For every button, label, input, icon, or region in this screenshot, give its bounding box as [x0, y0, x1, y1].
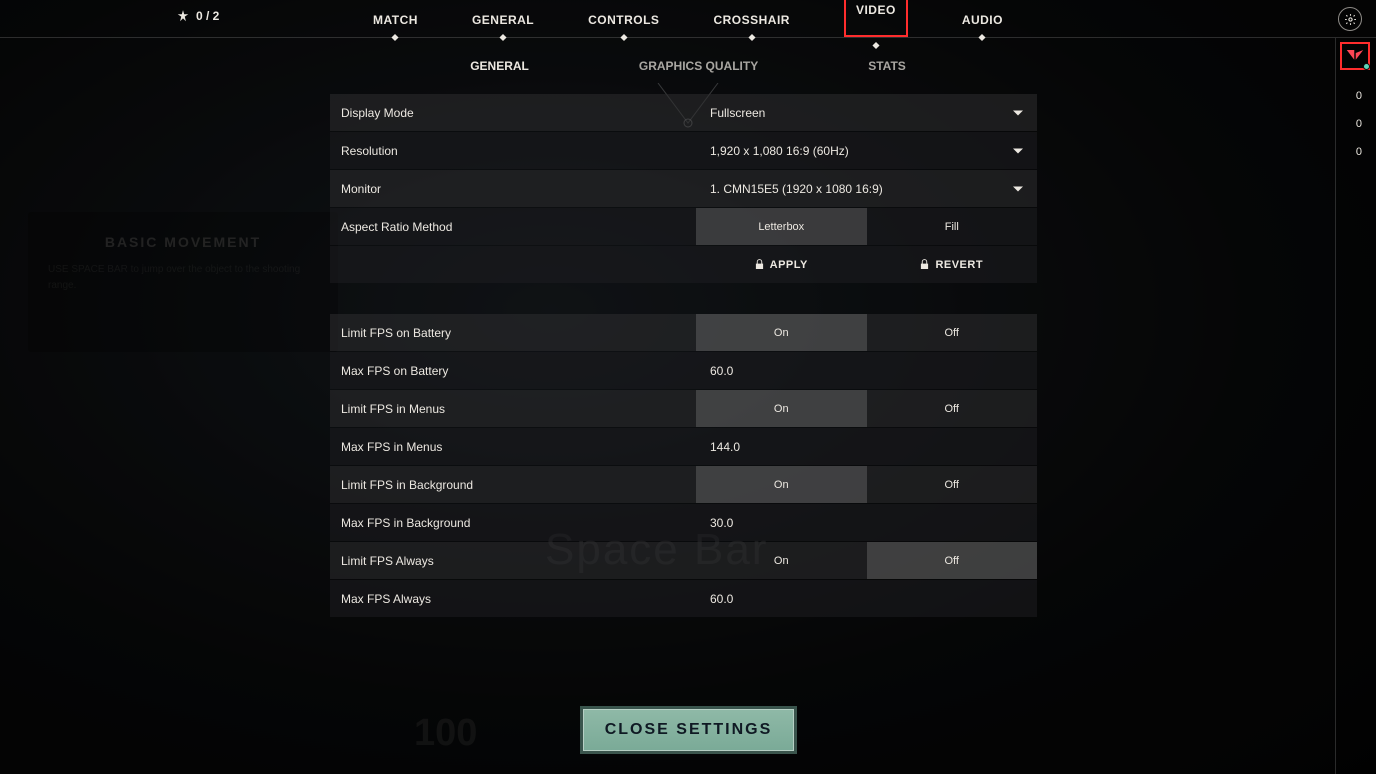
toggle-limit-fps-always: On Off — [696, 542, 1037, 579]
sub-tab-graphics-quality[interactable]: GRAPHICS QUALITY — [639, 59, 758, 73]
tab-general-label: GENERAL — [472, 13, 534, 27]
option-off[interactable]: Off — [867, 542, 1038, 579]
chevron-down-icon — [1013, 186, 1023, 191]
tab-match-label: MATCH — [373, 13, 418, 27]
label-aspect-ratio: Aspect Ratio Method — [330, 220, 696, 234]
chevron-down-icon — [1013, 148, 1023, 153]
label-max-fps-battery: Max FPS on Battery — [330, 364, 696, 378]
option-on[interactable]: On — [696, 542, 867, 579]
row-max-fps-background: Max FPS in Background 30.0 — [330, 504, 1037, 541]
tab-controls-label: CONTROLS — [588, 13, 659, 27]
sub-tab-general[interactable]: GENERAL — [470, 59, 529, 73]
apply-button[interactable]: APPLY — [696, 246, 867, 283]
apply-revert-group: APPLY REVERT — [696, 246, 1037, 283]
option-on[interactable]: On — [696, 466, 867, 503]
label-limit-fps-always: Limit FPS Always — [330, 554, 696, 568]
valorant-logo-icon — [1346, 48, 1364, 64]
revert-button[interactable]: REVERT — [867, 246, 1038, 283]
value-max-fps-battery[interactable]: 60.0 — [696, 364, 1037, 378]
row-display-mode: Display Mode Fullscreen — [330, 94, 1037, 131]
label-limit-fps-battery: Limit FPS on Battery — [330, 326, 696, 340]
tab-crosshair-label: CROSSHAIR — [713, 13, 790, 27]
tab-audio[interactable]: AUDIO — [962, 11, 1003, 27]
row-max-fps-menus: Max FPS in Menus 144.0 — [330, 428, 1037, 465]
toggle-limit-fps-background: On Off — [696, 466, 1037, 503]
row-monitor: Monitor 1. CMN15E5 (1920 x 1080 16:9) — [330, 170, 1037, 207]
label-max-fps-background: Max FPS in Background — [330, 516, 696, 530]
label-display-mode: Display Mode — [330, 106, 696, 120]
dropdown-monitor[interactable]: 1. CMN15E5 (1920 x 1080 16:9) — [696, 182, 1037, 196]
close-settings-label: CLOSE SETTINGS — [605, 721, 773, 739]
settings-gear-button[interactable] — [1338, 7, 1362, 31]
toggle-aspect-ratio: Letterbox Fill — [696, 208, 1037, 245]
tab-video[interactable]: VIDEO — [844, 0, 908, 37]
dropdown-monitor-value: 1. CMN15E5 (1920 x 1080 16:9) — [710, 182, 883, 196]
toggle-limit-fps-menus: On Off — [696, 390, 1037, 427]
label-resolution: Resolution — [330, 144, 696, 158]
sub-tab-general-label: GENERAL — [470, 59, 529, 73]
revert-label: REVERT — [935, 259, 983, 271]
hud-health: 100 — [414, 712, 477, 755]
sub-tab-graphics-label: GRAPHICS QUALITY — [639, 59, 758, 73]
dropdown-resolution[interactable]: 1,920 x 1,080 16:9 (60Hz) — [696, 144, 1037, 158]
main-tabs: MATCH GENERAL CONTROLS CROSSHAIR VIDEO A… — [0, 0, 1376, 38]
chevron-down-icon — [1013, 110, 1023, 115]
label-limit-fps-background: Limit FPS in Background — [330, 478, 696, 492]
tab-general[interactable]: GENERAL — [472, 11, 534, 27]
tab-audio-label: AUDIO — [962, 13, 1003, 27]
value-max-fps-background[interactable]: 30.0 — [696, 516, 1037, 530]
option-fill[interactable]: Fill — [867, 208, 1038, 245]
option-letterbox[interactable]: Letterbox — [696, 208, 867, 245]
close-settings-button[interactable]: CLOSE SETTINGS — [580, 706, 797, 754]
settings-panel: Display Mode Fullscreen Resolution 1,920… — [330, 94, 1037, 618]
label-limit-fps-menus: Limit FPS in Menus — [330, 402, 696, 416]
row-max-fps-battery: Max FPS on Battery 60.0 — [330, 352, 1037, 389]
lock-icon — [755, 259, 764, 270]
tab-crosshair[interactable]: CROSSHAIR — [713, 11, 790, 27]
tab-video-label: VIDEO — [856, 3, 896, 17]
gear-icon — [1344, 13, 1357, 26]
tutorial-hint-title: BASIC MOVEMENT — [48, 234, 318, 250]
row-limit-fps-always: Limit FPS Always On Off — [330, 542, 1037, 579]
label-max-fps-menus: Max FPS in Menus — [330, 440, 696, 454]
sub-tab-stats-label: STATS — [868, 59, 906, 73]
dropdown-display-mode-value: Fullscreen — [710, 106, 765, 120]
section-gap — [330, 284, 1037, 314]
game-logo-badge[interactable] — [1340, 42, 1370, 70]
value-max-fps-always[interactable]: 60.0 — [696, 592, 1037, 606]
row-aspect-ratio: Aspect Ratio Method Letterbox Fill — [330, 208, 1037, 245]
row-limit-fps-battery: Limit FPS on Battery On Off — [330, 314, 1037, 351]
option-off[interactable]: Off — [867, 466, 1038, 503]
tutorial-hint-card: BASIC MOVEMENT USE SPACE BAR to jump ove… — [28, 212, 338, 352]
dropdown-display-mode[interactable]: Fullscreen — [696, 106, 1037, 120]
sidebar-counter-2: 0 — [1356, 118, 1362, 130]
status-dot-icon — [1363, 63, 1370, 70]
sidebar-counter-3: 0 — [1356, 146, 1362, 158]
row-apply-revert: APPLY REVERT — [330, 246, 1037, 283]
row-limit-fps-background: Limit FPS in Background On Off — [330, 466, 1037, 503]
row-limit-fps-menus: Limit FPS in Menus On Off — [330, 390, 1037, 427]
label-monitor: Monitor — [330, 182, 696, 196]
sub-tabs: GENERAL GRAPHICS QUALITY STATS — [0, 38, 1376, 94]
value-max-fps-menus[interactable]: 144.0 — [696, 440, 1037, 454]
sub-tab-stats[interactable]: STATS — [868, 59, 906, 73]
option-on[interactable]: On — [696, 314, 867, 351]
option-off[interactable]: Off — [867, 390, 1038, 427]
sidebar-counter-1: 0 — [1356, 90, 1362, 102]
right-sidebar: 0 0 0 — [1335, 38, 1376, 774]
tab-match[interactable]: MATCH — [373, 11, 418, 27]
lock-icon — [920, 259, 929, 270]
label-max-fps-always: Max FPS Always — [330, 592, 696, 606]
toggle-limit-fps-battery: On Off — [696, 314, 1037, 351]
dropdown-resolution-value: 1,920 x 1,080 16:9 (60Hz) — [710, 144, 849, 158]
row-max-fps-always: Max FPS Always 60.0 — [330, 580, 1037, 617]
row-resolution: Resolution 1,920 x 1,080 16:9 (60Hz) — [330, 132, 1037, 169]
option-off[interactable]: Off — [867, 314, 1038, 351]
tutorial-hint-body: USE SPACE BAR to jump over the object to… — [48, 262, 318, 294]
top-bar: 0 / 2 MATCH GENERAL CONTROLS CROSSHAIR V… — [0, 0, 1376, 38]
apply-label: APPLY — [770, 259, 808, 271]
option-on[interactable]: On — [696, 390, 867, 427]
tab-controls[interactable]: CONTROLS — [588, 11, 659, 27]
